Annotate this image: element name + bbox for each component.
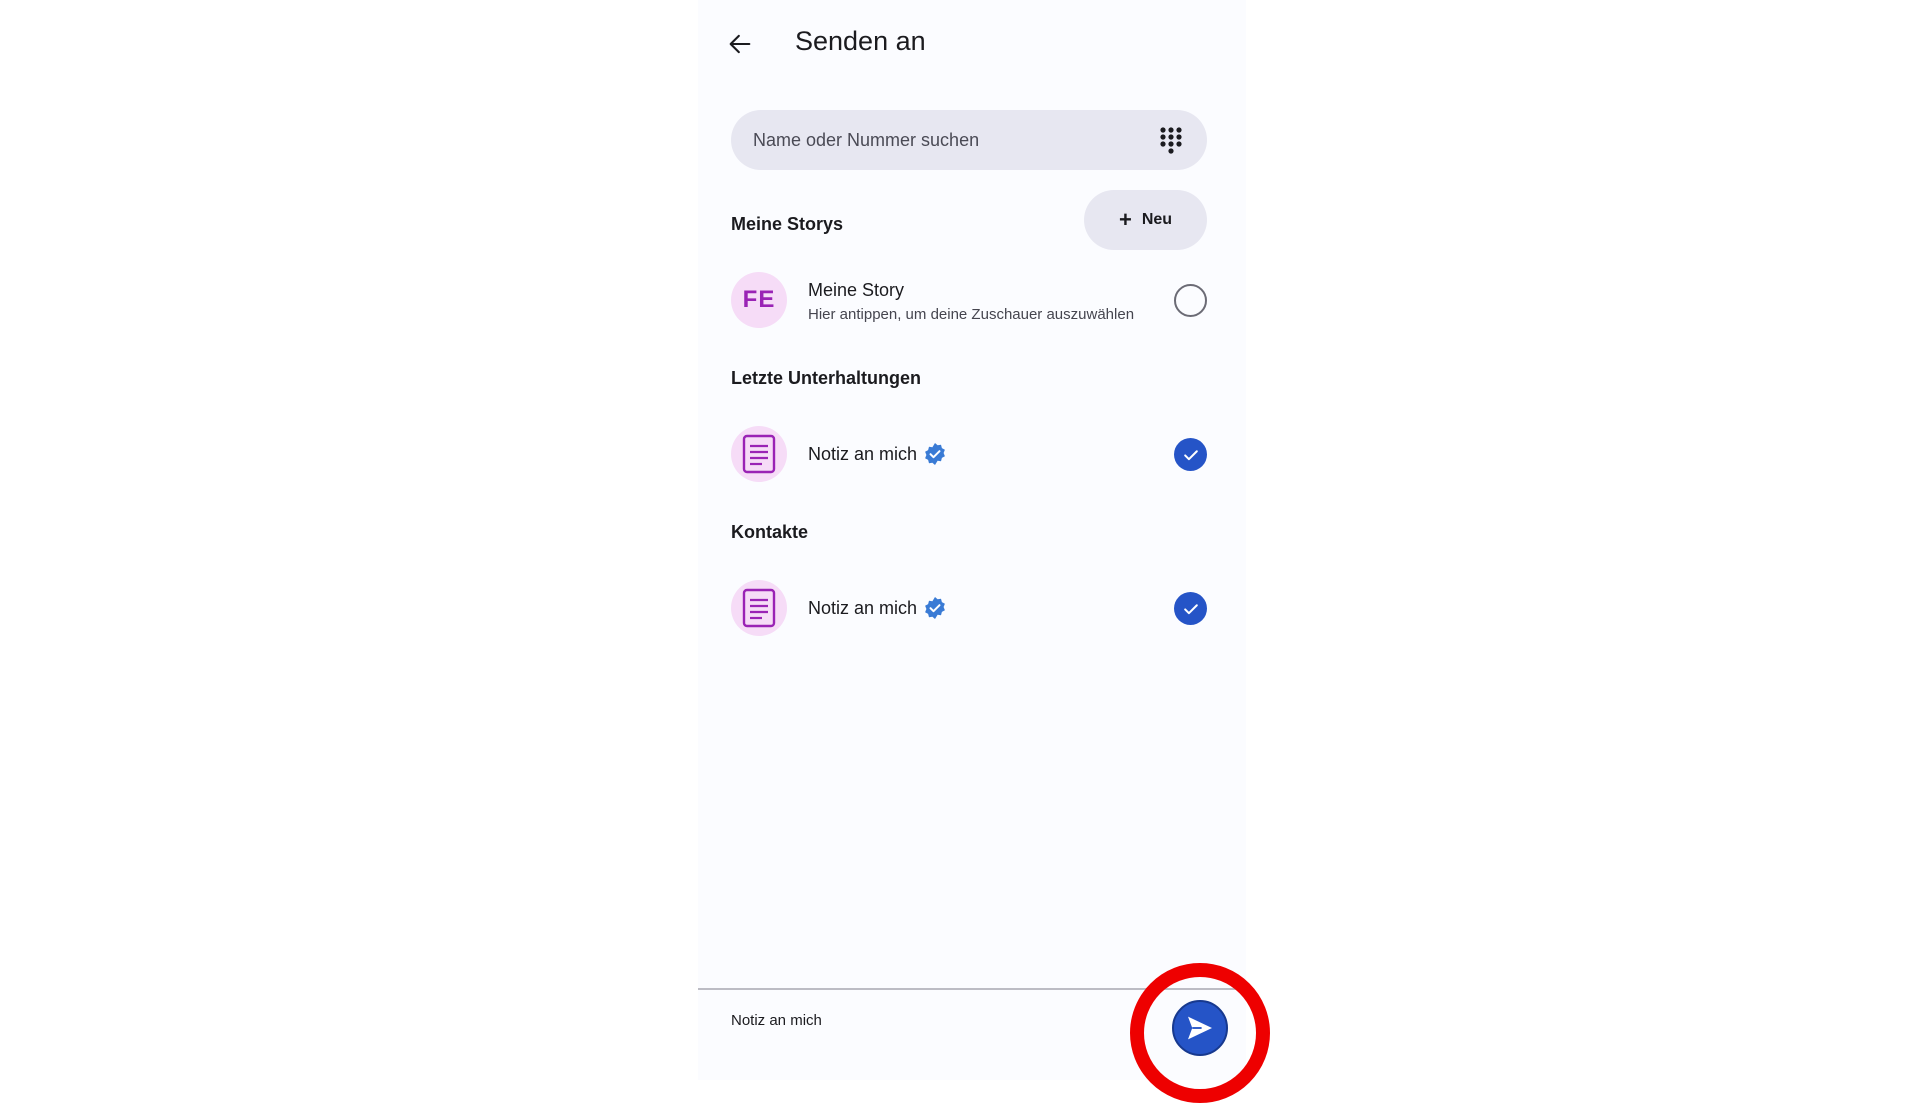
list-item-contact-note[interactable]: Notiz an mich [731, 578, 1207, 638]
verified-badge-icon [925, 597, 945, 619]
note-icon [742, 434, 776, 474]
plus-icon: + [1118, 207, 1132, 232]
list-item-recent-note[interactable]: Notiz an mich [731, 424, 1207, 484]
dialpad-button[interactable] [1157, 126, 1185, 154]
story-title: Meine Story [808, 280, 905, 300]
contact-name: Notiz an mich [808, 443, 918, 464]
list-item-my-story[interactable]: FE Meine Story Hier antippen, um deine Z… [731, 270, 1207, 330]
check-icon [1183, 603, 1198, 614]
back-button[interactable] [718, 22, 762, 66]
avatar-initials: FE [742, 286, 776, 313]
selected-recipients: Notiz an mich [731, 1012, 822, 1029]
search-input[interactable] [753, 110, 1133, 170]
bottom-divider [698, 988, 1246, 990]
search-bar [731, 110, 1207, 170]
new-story-label: Neu [1141, 211, 1173, 228]
page-title: Senden an [795, 26, 926, 56]
contact-name: Notiz an mich [808, 597, 918, 618]
select-radio[interactable] [1174, 284, 1207, 317]
selected-checkbox[interactable] [1174, 438, 1207, 471]
send-icon [1188, 1016, 1212, 1040]
section-heading-contacts: Kontakte [731, 522, 809, 542]
send-to-screen: Senden an Meine Storys + Neu FE Meine St… [698, 0, 1270, 1103]
arrow-left-icon [729, 34, 751, 54]
verified-badge-icon [925, 443, 945, 465]
avatar [731, 580, 787, 636]
selected-checkbox[interactable] [1174, 592, 1207, 625]
app-bar: Senden an [698, 0, 1246, 88]
note-icon [742, 588, 776, 628]
section-heading-recent: Letzte Unterhaltungen [731, 368, 922, 388]
new-story-button[interactable]: + Neu [1084, 190, 1207, 250]
avatar: FE [731, 272, 787, 328]
story-subtitle: Hier antippen, um deine Zuschauer auszuw… [808, 306, 1135, 323]
avatar [731, 426, 787, 482]
check-icon [1183, 449, 1198, 460]
dialpad-icon [1160, 127, 1182, 154]
section-heading-stories: Meine Storys [731, 214, 844, 234]
send-button[interactable] [1172, 1000, 1228, 1056]
